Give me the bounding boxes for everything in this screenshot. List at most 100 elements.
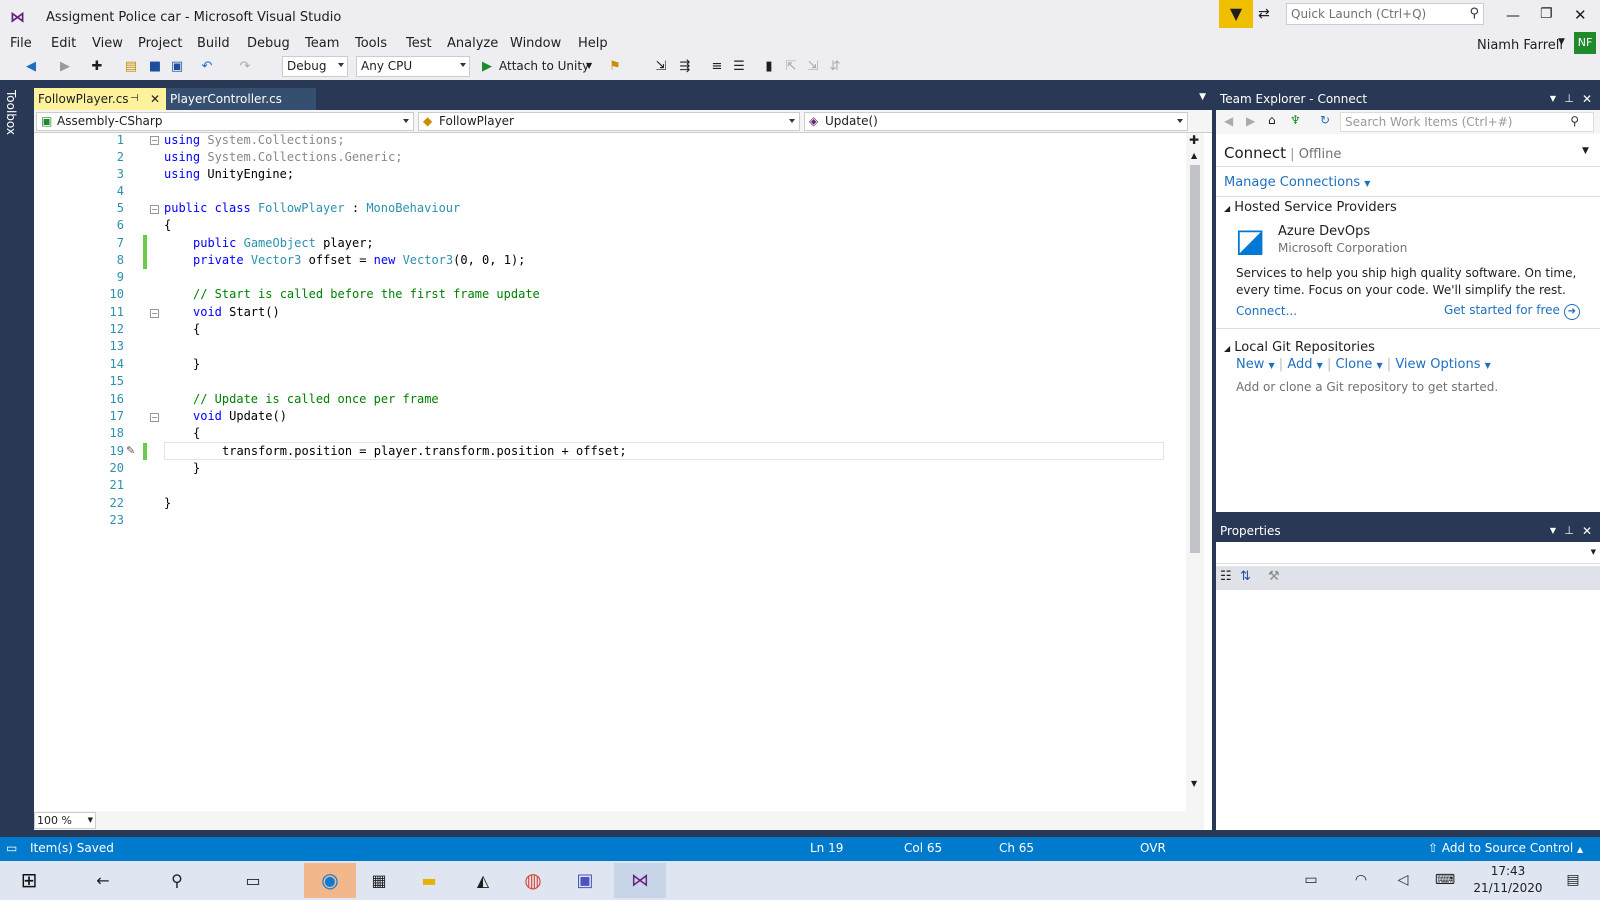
store-icon[interactable]: ▦ bbox=[356, 863, 402, 898]
add-to-source-control-button[interactable]: ⇧ Add to Source Control ▲ bbox=[1428, 841, 1583, 855]
local-git-header[interactable]: ◢ Local Git Repositories bbox=[1224, 340, 1375, 355]
search-icon[interactable]: ⚲ bbox=[154, 863, 200, 898]
close-icon[interactable]: ✕ bbox=[150, 88, 160, 110]
indent-icon[interactable]: ≡ bbox=[708, 58, 726, 76]
visual-studio-icon[interactable]: ⋈ bbox=[614, 863, 666, 898]
properties-object-select[interactable]: ▼ bbox=[1216, 542, 1600, 564]
tab-overflow-icon[interactable]: ▼ bbox=[1199, 92, 1206, 102]
wifi-icon[interactable]: ◠ bbox=[1346, 863, 1376, 898]
volume-icon[interactable]: ◁ bbox=[1388, 863, 1418, 898]
editor-vertical-scrollbar[interactable]: ✚ ▲ ▼ bbox=[1186, 133, 1204, 811]
save-all-icon[interactable]: ▣ bbox=[168, 58, 186, 76]
work-items-search-input[interactable]: Search Work Items (Ctrl+#) ⚲ bbox=[1340, 112, 1594, 132]
collapse-icon[interactable]: − bbox=[150, 413, 159, 422]
step-into-icon[interactable]: ⇲ bbox=[652, 58, 670, 76]
manage-connections-link[interactable]: Manage Connections ▼ bbox=[1224, 175, 1370, 190]
quick-launch-input[interactable]: Quick Launch (Ctrl+Q) ⚲ bbox=[1286, 3, 1484, 25]
restore-button[interactable]: ❐ bbox=[1540, 6, 1553, 22]
clear-bookmark-icon[interactable]: ⇵ bbox=[826, 58, 844, 76]
notifications-icon[interactable]: ▤ bbox=[1556, 863, 1590, 898]
categorized-icon[interactable]: ☷ bbox=[1220, 569, 1232, 584]
code-editor[interactable]: 1 2 3 4 5 6 7 8 9 10 11 12 13 14 15 16 1… bbox=[34, 133, 1186, 811]
git-new-button[interactable]: New bbox=[1236, 357, 1264, 372]
menu-analyze[interactable]: Analyze bbox=[447, 36, 498, 51]
clock-time[interactable]: 17:43 bbox=[1476, 864, 1540, 878]
attach-to-unity-button[interactable]: Attach to Unity bbox=[499, 59, 589, 73]
menu-team[interactable]: Team bbox=[305, 36, 339, 51]
close-icon[interactable]: ✕ bbox=[1582, 88, 1592, 110]
git-add-button[interactable]: Add bbox=[1287, 357, 1312, 372]
tab-followplayer[interactable]: FollowPlayer.cs ⊣ ✕ bbox=[34, 88, 166, 110]
chevron-down-icon[interactable]: ▼ bbox=[1550, 88, 1556, 110]
scroll-down-icon[interactable]: ▼ bbox=[1191, 779, 1197, 788]
feedback-icon[interactable]: ⇄ bbox=[1258, 6, 1270, 22]
project-select[interactable]: ▣ Assembly-CSharp bbox=[36, 112, 414, 131]
menu-file[interactable]: File bbox=[10, 36, 32, 51]
refresh-icon[interactable]: ↻ bbox=[1320, 113, 1330, 127]
collapse-icon[interactable]: − bbox=[150, 136, 159, 145]
alphabetical-icon[interactable]: ⇅ bbox=[1240, 569, 1251, 584]
back-icon[interactable]: ◀ bbox=[1224, 114, 1233, 128]
property-pages-icon[interactable]: ⚒ bbox=[1268, 569, 1280, 584]
play-icon[interactable]: ▶ bbox=[478, 58, 496, 76]
task-view-back-icon[interactable]: ← bbox=[80, 863, 126, 898]
user-name[interactable]: Niamh Farrell bbox=[1477, 38, 1563, 53]
toolbox-tab[interactable]: Toolbox bbox=[4, 90, 18, 135]
git-view-options-button[interactable]: View Options bbox=[1395, 357, 1480, 372]
tab-playercontroller[interactable]: PlayerController.cs bbox=[166, 88, 316, 110]
chevron-down-icon[interactable]: ▼ bbox=[586, 61, 592, 70]
edge-icon[interactable]: ◉ bbox=[304, 863, 356, 898]
menu-project[interactable]: Project bbox=[138, 36, 182, 51]
chevron-down-icon[interactable]: ▼ bbox=[1582, 146, 1589, 156]
next-bookmark-icon[interactable]: ⇲ bbox=[804, 58, 822, 76]
close-icon[interactable]: ✕ bbox=[1582, 520, 1592, 542]
chevron-down-icon[interactable]: ▼ bbox=[1558, 37, 1565, 47]
class-select[interactable]: ◆ FollowPlayer bbox=[418, 112, 800, 131]
clock-date[interactable]: 21/11/2020 bbox=[1468, 881, 1548, 895]
new-project-icon[interactable]: ✚ bbox=[88, 58, 106, 76]
keyboard-icon[interactable]: ⌨ bbox=[1428, 863, 1462, 898]
scroll-thumb[interactable] bbox=[1190, 165, 1200, 553]
open-file-icon[interactable]: ▤ bbox=[122, 58, 140, 76]
home-icon[interactable]: ⌂ bbox=[1268, 113, 1276, 127]
member-select[interactable]: ◈ Update() bbox=[804, 112, 1188, 131]
split-icon[interactable]: ✚ bbox=[1189, 133, 1199, 147]
battery-icon[interactable]: ▭ bbox=[1296, 863, 1326, 898]
menu-build[interactable]: Build bbox=[197, 36, 230, 51]
task-view-icon[interactable]: ▭ bbox=[230, 863, 276, 898]
find-icon[interactable]: ⚑ bbox=[606, 58, 624, 76]
outdent-icon[interactable]: ☰ bbox=[730, 58, 748, 76]
prev-bookmark-icon[interactable]: ⇱ bbox=[782, 58, 800, 76]
menu-edit[interactable]: Edit bbox=[51, 36, 76, 51]
zoom-select[interactable]: 100 % ▼ bbox=[34, 812, 96, 829]
collapse-icon[interactable]: − bbox=[150, 205, 159, 214]
back-icon[interactable]: ◀ bbox=[22, 58, 40, 76]
menu-tools[interactable]: Tools bbox=[355, 36, 387, 51]
user-avatar[interactable]: NF bbox=[1574, 32, 1596, 54]
plug-icon[interactable]: ♆ bbox=[1290, 113, 1301, 127]
chrome-icon[interactable]: ◍ bbox=[510, 863, 556, 898]
pin-icon[interactable]: ⊥ bbox=[1564, 88, 1574, 110]
solution-config-select[interactable]: Debug bbox=[282, 56, 348, 77]
minimize-button[interactable]: — bbox=[1506, 8, 1520, 24]
windows-start-icon[interactable]: ⊞ bbox=[6, 863, 52, 898]
bookmark-icon[interactable]: ▮ bbox=[760, 58, 778, 76]
menu-test[interactable]: Test bbox=[406, 36, 432, 51]
scroll-up-icon[interactable]: ▲ bbox=[1191, 151, 1197, 160]
hosted-providers-header[interactable]: ◢ Hosted Service Providers bbox=[1224, 200, 1397, 215]
filter-icon[interactable]: ▼ bbox=[1219, 0, 1253, 28]
menu-window[interactable]: Window bbox=[510, 36, 561, 51]
step-over-icon[interactable]: ⇶ bbox=[676, 58, 694, 76]
redo-icon[interactable]: ↷ bbox=[236, 58, 254, 76]
get-started-link[interactable]: Get started for free ➜ bbox=[1444, 303, 1580, 320]
pin-icon[interactable]: ⊣ bbox=[130, 88, 139, 110]
chevron-down-icon[interactable]: ▼ bbox=[1550, 520, 1556, 542]
forward-icon[interactable]: ▶ bbox=[1246, 114, 1255, 128]
collapse-icon[interactable]: − bbox=[150, 309, 159, 318]
forward-icon[interactable]: ▶ bbox=[56, 58, 74, 76]
save-icon[interactable]: ■ bbox=[146, 58, 164, 76]
file-explorer-icon[interactable]: ▬ bbox=[406, 863, 452, 898]
platform-select[interactable]: Any CPU bbox=[356, 56, 470, 77]
menu-debug[interactable]: Debug bbox=[247, 36, 290, 51]
pin-icon[interactable]: ⊥ bbox=[1564, 520, 1574, 542]
